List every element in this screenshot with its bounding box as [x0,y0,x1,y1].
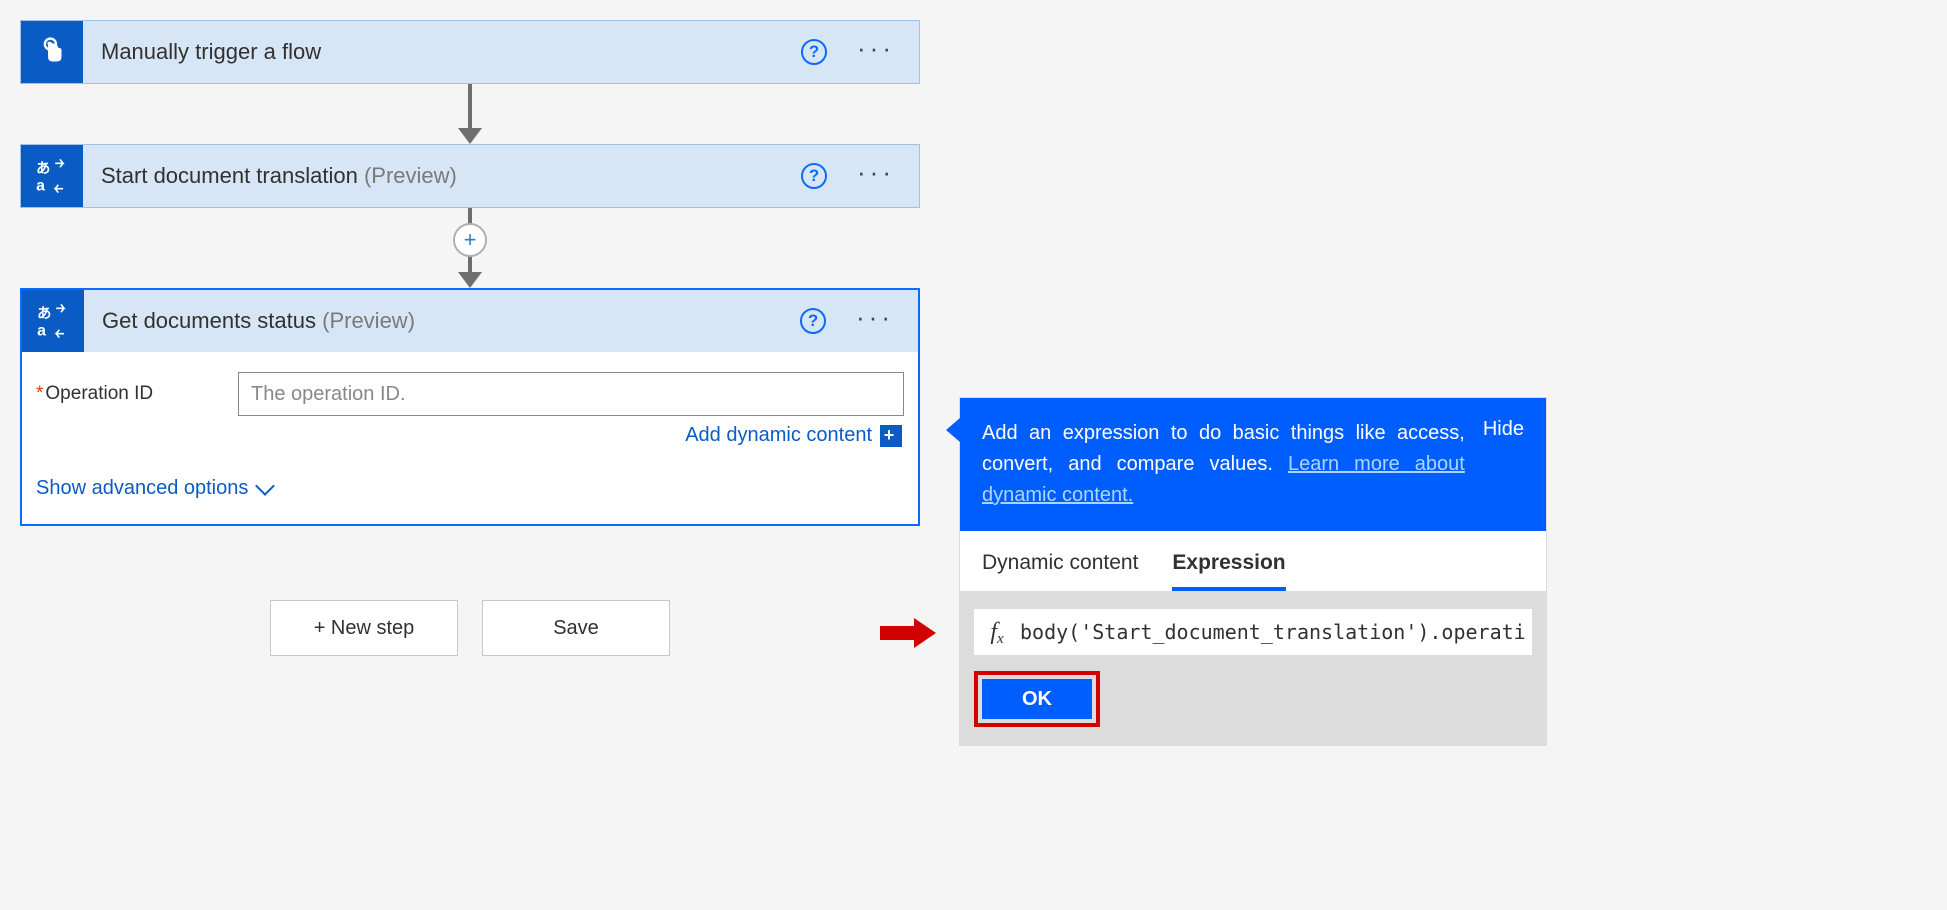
step-get-documents-status[interactable]: あ a Get documents status (Preview) ? ··· [20,288,920,352]
preview-badge: (Preview) [322,308,415,333]
hide-link[interactable]: Hide [1483,418,1524,511]
svg-text:a: a [36,177,45,194]
annotation-arrow-icon [880,618,936,648]
step-title: Get documents status (Preview) [84,308,800,334]
translate-icon: あ a [22,290,84,352]
step-start-translation[interactable]: あ a Start document translation (Preview)… [20,144,920,208]
add-dynamic-content-link[interactable]: Add dynamic content [685,424,872,447]
svg-text:あ: あ [36,160,50,177]
step-title: Start document translation (Preview) [83,163,801,189]
ok-button[interactable]: OK [982,679,1092,719]
step-title-text: Get documents status [102,308,316,333]
translate-icon: あ a [21,145,83,207]
help-icon[interactable]: ? [801,163,827,189]
more-icon[interactable]: ··· [856,304,894,338]
operation-id-label: *Operation ID [36,383,238,405]
connector-arrow [458,84,482,144]
save-button[interactable]: Save [482,600,670,656]
step-body: *Operation ID Add dynamic content + Show… [20,352,920,526]
more-icon[interactable]: ··· [857,35,895,69]
ok-highlight: OK [974,671,1100,727]
chevron-down-icon [255,476,275,496]
step-manually-trigger[interactable]: Manually trigger a flow ? ··· [20,20,920,84]
tab-dynamic-content[interactable]: Dynamic content [982,551,1138,591]
svg-text:a: a [37,322,46,339]
add-step-icon[interactable]: + [453,223,487,257]
more-icon[interactable]: ··· [857,159,895,193]
add-dynamic-content-plus-icon[interactable]: + [880,425,902,447]
help-icon[interactable]: ? [801,39,827,65]
new-step-button[interactable]: + New step [270,600,458,656]
expression-panel: Add an expression to do basic things lik… [960,398,1546,745]
touch-icon [21,21,83,83]
step-title: Manually trigger a flow [83,39,801,65]
help-icon[interactable]: ? [800,308,826,334]
expression-text[interactable]: body('Start_document_translation').opera… [1020,620,1532,644]
expression-input[interactable]: fx body('Start_document_translation').op… [974,609,1532,655]
tab-expression[interactable]: Expression [1172,551,1285,591]
step-title-text: Start document translation [101,163,358,188]
preview-badge: (Preview) [364,163,457,188]
panel-description: Add an expression to do basic things lik… [982,418,1465,511]
svg-text:あ: あ [37,305,51,322]
connector-arrow: + [453,208,487,288]
show-advanced-options[interactable]: Show advanced options [36,477,904,500]
operation-id-input[interactable] [238,372,904,416]
step-title-text: Manually trigger a flow [101,39,321,64]
fx-icon: fx [974,619,1020,646]
